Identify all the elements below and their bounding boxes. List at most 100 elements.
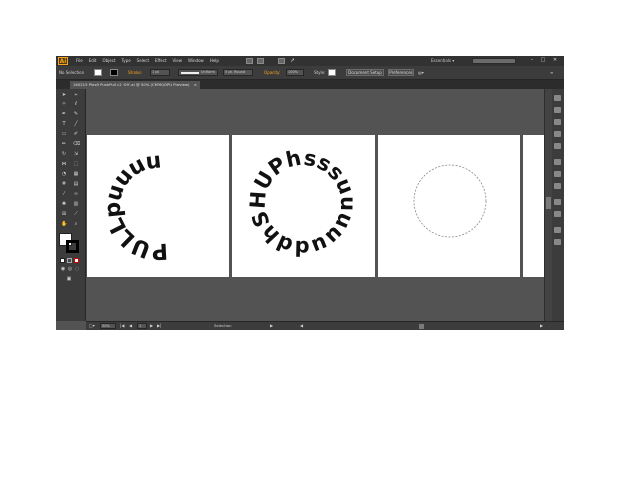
menu-item-effect[interactable]: Effect xyxy=(155,57,167,65)
gradient-panel-icon[interactable] xyxy=(554,171,561,177)
arrange-icon[interactable]: ▤▾ xyxy=(418,70,424,76)
svg-text:sssuuuuuddhSHUPhhh: sssuuuuuddhSHUPhhh xyxy=(232,135,360,260)
artboard-1[interactable]: PULLpuuuuullllllll xyxy=(80,116,229,277)
preferences-button[interactable]: Preferences xyxy=(388,69,414,76)
stroke-weight-field[interactable]: 1 pt xyxy=(150,69,170,76)
draw-behind-icon[interactable]: ◎ xyxy=(67,267,73,272)
rotate-tool-icon[interactable]: ↻ xyxy=(61,152,67,157)
document-setup-button[interactable]: Document Setup xyxy=(346,69,384,76)
color-panel-icon[interactable] xyxy=(554,95,561,101)
artboard-2[interactable]: sssuuuuuddhSHUPhhh xyxy=(225,116,375,277)
free-transform-tool-icon[interactable]: ⬚ xyxy=(73,162,79,167)
scale-tool-icon[interactable]: ⇲ xyxy=(73,152,79,157)
zoom-menu-icon[interactable]: ▢▾ xyxy=(89,323,95,329)
none-mode-icon[interactable] xyxy=(74,258,79,263)
line-tool-icon[interactable]: ╱ xyxy=(73,122,79,127)
stroke-color-swatch[interactable] xyxy=(66,240,79,253)
magic-wand-tool-icon[interactable]: ✧ xyxy=(61,102,67,107)
vertical-scrollbar[interactable] xyxy=(544,89,552,321)
menu-item-type[interactable]: Type xyxy=(121,57,130,65)
scroll-right-icon[interactable]: ▶ xyxy=(540,323,543,329)
artboard-number-field[interactable]: 1 xyxy=(137,323,147,329)
zoom-tool-icon[interactable]: ⌕ xyxy=(73,222,79,227)
menu-item-edit[interactable]: Edit xyxy=(89,57,97,65)
graphic-styles-panel-icon[interactable] xyxy=(554,211,561,217)
symbol-sprayer-tool-icon[interactable]: ✺ xyxy=(61,202,67,207)
pencil-tool-icon[interactable]: ✏ xyxy=(61,142,67,147)
gradient-mode-icon[interactable] xyxy=(67,258,72,263)
draw-normal-icon[interactable]: ◉ xyxy=(60,267,66,272)
search-field[interactable] xyxy=(472,58,516,64)
menu-item-object[interactable]: Object xyxy=(102,57,115,65)
column-graph-tool-icon[interactable]: ▥ xyxy=(73,202,79,207)
menu-item-view[interactable]: View xyxy=(173,57,183,65)
mesh-tool-icon[interactable]: # xyxy=(61,182,67,187)
brushes-panel-icon[interactable] xyxy=(554,131,561,137)
rectangle-tool-icon[interactable]: ▭ xyxy=(61,132,67,137)
brush-definition[interactable]: 5 pt. Round xyxy=(223,69,253,76)
menu-item-help[interactable]: Help xyxy=(210,57,219,65)
scroll-left-icon[interactable]: ◀ xyxy=(300,323,303,329)
close-icon[interactable]: ✕ xyxy=(551,57,559,64)
menu-item-file[interactable]: File xyxy=(76,57,83,65)
maximize-icon[interactable]: □ xyxy=(539,57,547,64)
artboard-3[interactable] xyxy=(378,135,520,277)
horizontal-scroll-thumb[interactable] xyxy=(419,324,424,329)
status-menu-icon[interactable]: ▶ xyxy=(270,323,273,329)
workspace-switcher[interactable]: Essentials ▾ xyxy=(431,57,454,65)
blend-tool-icon[interactable]: ∞ xyxy=(73,192,79,197)
last-artboard-icon[interactable]: ▶| xyxy=(157,323,161,329)
menu-item-select[interactable]: Select xyxy=(137,57,149,65)
artboards-panel-icon[interactable] xyxy=(554,239,561,245)
stroke-label[interactable]: Stroke: xyxy=(128,70,142,76)
bridge-icon[interactable] xyxy=(246,58,253,64)
eraser-tool-icon[interactable]: ⌫ xyxy=(73,142,80,147)
transparency-panel-icon[interactable] xyxy=(554,183,561,189)
paintbrush-tool-icon[interactable]: ✐ xyxy=(73,132,79,137)
hand-tool-icon[interactable]: ✋ xyxy=(61,222,67,227)
next-artboard-icon[interactable]: ▶ xyxy=(150,323,153,329)
width-tool-icon[interactable]: ⋈ xyxy=(61,162,67,167)
direct-selection-tool-icon[interactable]: ➢ xyxy=(73,93,79,98)
fill-swatch[interactable] xyxy=(94,69,102,76)
minimize-icon[interactable]: – xyxy=(528,57,536,64)
panel-menu-icon[interactable]: ≡ xyxy=(550,70,553,76)
arrange-documents-icon[interactable] xyxy=(278,58,285,64)
gpu-performance-icon[interactable]: ➚ xyxy=(290,58,297,64)
vertical-scroll-thumb[interactable] xyxy=(546,197,551,209)
opacity-label[interactable]: Opacity: xyxy=(264,70,280,76)
type-tool-icon[interactable]: T xyxy=(61,122,67,127)
zoom-field[interactable]: 50% xyxy=(100,323,116,329)
stock-icon[interactable] xyxy=(257,58,264,64)
document-tab[interactable]: 160215 Plex9 PushPull c2 ‘09’.ai @ 50% (… xyxy=(70,81,200,89)
canvas[interactable]: PULLpuuuuullllllll sssuuuuuddhSHUPhhh xyxy=(80,89,544,321)
perspective-grid-tool-icon[interactable]: ▦ xyxy=(73,172,79,177)
first-artboard-icon[interactable]: |◀ xyxy=(120,323,124,329)
appearance-panel-icon[interactable] xyxy=(554,199,561,205)
opacity-field[interactable]: 100% xyxy=(286,69,304,76)
symbols-panel-icon[interactable] xyxy=(554,143,561,149)
artboard-tool-icon[interactable]: ⊞ xyxy=(61,212,67,217)
draw-inside-icon[interactable]: ◌ xyxy=(74,267,80,272)
color-mode-icon[interactable] xyxy=(60,258,65,263)
artboard-4[interactable] xyxy=(523,135,544,277)
menu-item-window[interactable]: Window xyxy=(188,57,204,65)
lasso-tool-icon[interactable]: ℓ xyxy=(73,102,79,107)
curvature-tool-icon[interactable]: ✎ xyxy=(73,112,79,117)
screen-mode-icon[interactable]: ▣ xyxy=(66,277,72,282)
stroke-panel-icon[interactable] xyxy=(554,159,561,165)
shape-builder-tool-icon[interactable]: ◔ xyxy=(61,172,67,177)
graphic-style-swatch[interactable] xyxy=(328,69,336,76)
layers-panel-icon[interactable] xyxy=(554,227,561,233)
gradient-tool-icon[interactable]: ▤ xyxy=(73,182,79,187)
selection-tool-icon[interactable]: ➤ xyxy=(61,93,67,98)
previous-artboard-icon[interactable]: ◀ xyxy=(129,323,132,329)
pen-tool-icon[interactable]: ✒ xyxy=(61,112,67,117)
variable-width-profile[interactable]: Uniform xyxy=(178,69,218,76)
slice-tool-icon[interactable]: ⟋ xyxy=(73,212,79,217)
eyedropper-tool-icon[interactable]: ⁄ xyxy=(61,192,67,197)
color-guide-panel-icon[interactable] xyxy=(554,107,561,113)
stroke-swatch[interactable] xyxy=(110,69,118,76)
close-tab-icon[interactable]: × xyxy=(194,82,197,87)
swatches-panel-icon[interactable] xyxy=(554,119,561,125)
